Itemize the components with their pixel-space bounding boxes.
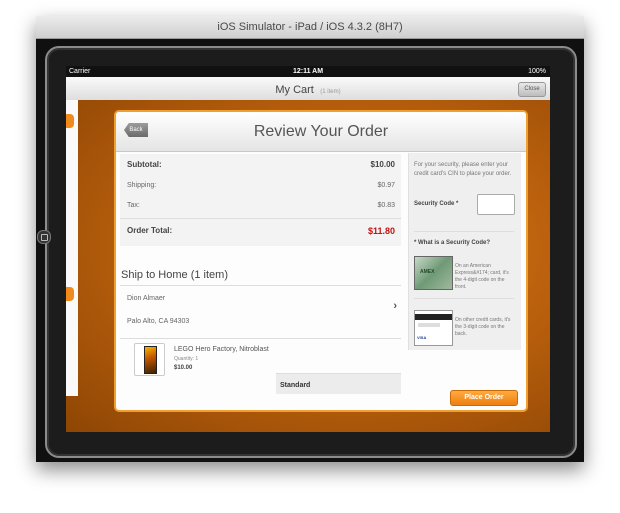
left-tab-middle[interactable] <box>66 287 74 301</box>
security-code-label: Security Code * <box>414 201 459 207</box>
total-label: Order Total: <box>127 226 173 235</box>
card-divider <box>414 298 514 299</box>
amex-card-image <box>414 256 453 290</box>
security-code-input[interactable] <box>477 194 515 215</box>
magnetic-stripe <box>415 314 452 320</box>
left-panel <box>66 100 78 396</box>
address-city: Palo Alto, CA 94303 <box>127 318 190 325</box>
battery-label: 100% <box>528 68 546 75</box>
product-image <box>134 343 165 376</box>
tax-value: $0.83 <box>377 202 395 209</box>
close-button[interactable]: Close <box>518 82 546 97</box>
tax-label: Tax: <box>127 202 140 209</box>
shipping-method-label: Standard <box>280 382 311 389</box>
security-code-help-title: * What is a Security Code? <box>414 240 491 246</box>
shipping-value: $0.97 <box>377 182 395 189</box>
ipad-screen: Carrier 12:11 AM 100% My Cart (1 item) C… <box>66 66 550 432</box>
product-name: LEGO Hero Factory, Nitroblast <box>174 346 269 353</box>
card-logos: VISA <box>417 335 427 340</box>
security-code-panel: For your security, please enter your cre… <box>408 153 521 350</box>
other-card-image: VISA <box>414 310 453 346</box>
left-tab-top[interactable] <box>66 114 74 128</box>
home-button[interactable] <box>37 230 51 244</box>
address-name: Dion Almaer <box>127 295 166 302</box>
shipping-address[interactable]: Dion Almaer Palo Alto, CA 94303 › <box>120 285 401 339</box>
sheet-header: Back Review Your Order <box>116 112 526 152</box>
shipping-label: Shipping: <box>127 182 157 189</box>
simulator-window: iOS Simulator - iPad / iOS 4.3.2 (8H7) C… <box>36 16 584 462</box>
nav-bar: My Cart (1 item) Close <box>66 77 550 101</box>
ipad-frame: Carrier 12:11 AM 100% My Cart (1 item) C… <box>37 46 577 458</box>
back-button[interactable]: Back <box>124 123 148 137</box>
page-title: Review Your Order <box>253 123 389 140</box>
other-card-help-text: On other credit cards, it's the 3-digit … <box>455 317 511 337</box>
ship-to-home-title: Ship to Home (1 item) <box>121 269 228 281</box>
signature-strip <box>418 323 440 327</box>
nav-title: My Cart <box>275 84 314 96</box>
subtotal-label: Subtotal: <box>127 160 162 169</box>
total-value: $11.80 <box>367 226 395 236</box>
security-note: For your security, please enter your cre… <box>414 162 512 177</box>
product-quantity: Quantity: 1 <box>174 356 199 362</box>
subtotal-value: $10.00 <box>370 160 395 169</box>
review-order-sheet: Back Review Your Order Subtotal: $10.00 … <box>114 110 528 412</box>
chevron-right-icon: › <box>393 300 397 312</box>
status-bar: Carrier 12:11 AM 100% <box>66 66 550 77</box>
amex-help-text: On an American Express&#174; card, it's … <box>455 263 509 290</box>
security-divider <box>414 231 514 232</box>
product-box-art <box>144 346 157 374</box>
window-title: iOS Simulator - iPad / iOS 4.3.2 (8H7) <box>36 16 584 39</box>
totals-divider <box>120 218 401 219</box>
order-totals: Subtotal: $10.00 Shipping: $0.97 Tax: $0… <box>120 154 401 246</box>
nav-item-count: (1 item) <box>320 89 341 95</box>
place-order-button[interactable]: Place Order <box>450 390 518 406</box>
shipping-method-selector[interactable]: Standard <box>276 373 401 394</box>
product-price: $10.00 <box>174 365 193 371</box>
clock: 12:11 AM <box>292 68 324 75</box>
